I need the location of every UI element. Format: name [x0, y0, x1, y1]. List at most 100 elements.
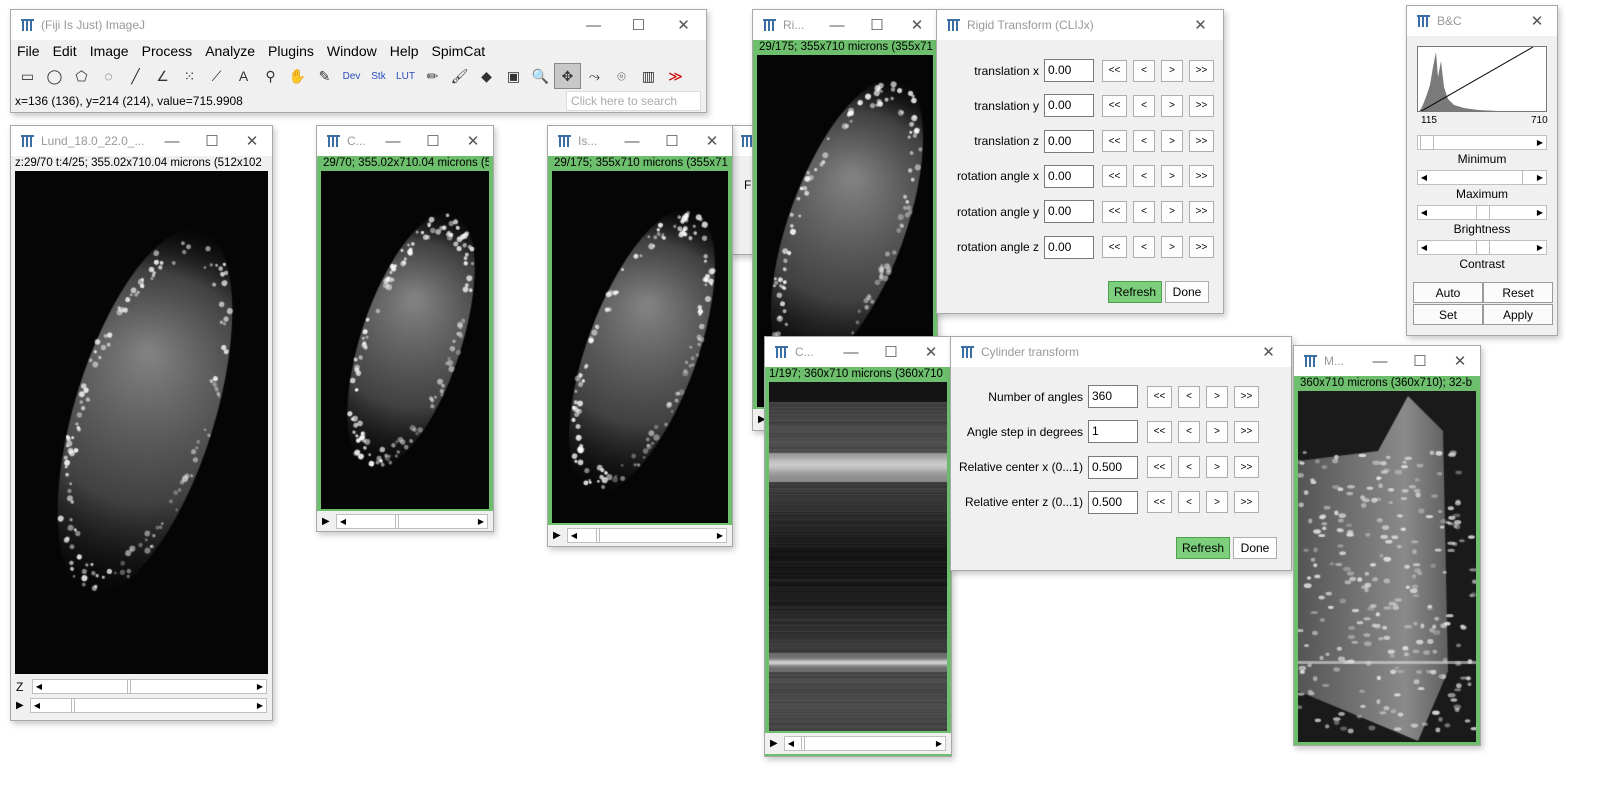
barcode-icon[interactable]: ▥: [635, 63, 662, 89]
cyl-value-field[interactable]: 0.500: [1088, 455, 1138, 479]
decrement-button[interactable]: <: [1178, 491, 1200, 514]
fast-increment-button[interactable]: >>: [1189, 236, 1214, 258]
angle-icon[interactable]: ∠: [149, 63, 176, 89]
decrement-button[interactable]: <: [1133, 165, 1155, 188]
fill-icon[interactable]: ◆: [473, 63, 500, 89]
increment-button[interactable]: >: [1161, 200, 1183, 223]
left-arrow-icon[interactable]: ◀: [568, 529, 580, 542]
rigid-value-field[interactable]: 0.00: [1044, 94, 1094, 118]
close-icon[interactable]: ✕: [1246, 337, 1291, 367]
right-arrow-icon[interactable]: ▶: [933, 737, 945, 750]
slider-thumb[interactable]: [801, 736, 805, 751]
multipoint-icon[interactable]: ⁙: [176, 63, 203, 89]
rectangle-icon[interactable]: ▭: [14, 63, 41, 89]
image-canvas[interactable]: [1298, 391, 1476, 742]
m-titlebar[interactable]: M... — ☐ ✕: [1294, 346, 1480, 376]
menu-file[interactable]: File: [17, 43, 40, 59]
close-icon[interactable]: ✕: [897, 10, 937, 40]
stack-slider[interactable]: ◀ ▶: [784, 736, 946, 751]
fast-increment-button[interactable]: >>: [1234, 491, 1259, 514]
more-tools-icon[interactable]: ≫: [662, 63, 689, 89]
menu-help[interactable]: Help: [390, 43, 419, 59]
search-input[interactable]: Click here to search: [566, 91, 701, 111]
z-slider[interactable]: ◀ ▶: [32, 679, 267, 694]
close-icon[interactable]: ✕: [453, 126, 493, 156]
right-arrow-icon[interactable]: ▶: [1534, 136, 1546, 149]
rigid-titlebar[interactable]: Rigid Transform (CLIJx) ✕: [937, 10, 1223, 40]
slider-thumb[interactable]: [1420, 135, 1434, 150]
menu-window[interactable]: Window: [327, 43, 377, 59]
rigid-value-field[interactable]: 0.00: [1044, 164, 1094, 188]
right-arrow-icon[interactable]: ▶: [1534, 171, 1546, 184]
fast-increment-button[interactable]: >>: [1189, 165, 1214, 188]
close-icon[interactable]: ✕: [1517, 6, 1557, 36]
right-arrow-icon[interactable]: ▶: [254, 699, 266, 712]
hand-icon[interactable]: ✋: [284, 63, 311, 89]
image-canvas[interactable]: [552, 171, 728, 523]
minimize-icon[interactable]: —: [373, 126, 413, 156]
left-arrow-icon[interactable]: ◀: [1418, 206, 1430, 219]
close-icon[interactable]: ✕: [692, 126, 732, 156]
fast-increment-button[interactable]: >>: [1234, 420, 1259, 443]
slider-thumb[interactable]: [127, 679, 131, 694]
close-icon[interactable]: ✕: [911, 337, 951, 367]
right-arrow-icon[interactable]: ▶: [1534, 241, 1546, 254]
stack-slider[interactable]: ◀ ▶: [567, 528, 727, 543]
fast-decrement-button[interactable]: <<: [1147, 420, 1172, 443]
stack-slider[interactable]: ◀ ▶: [336, 514, 488, 529]
increment-button[interactable]: >: [1206, 385, 1228, 408]
increment-button[interactable]: >: [1161, 165, 1183, 188]
brightness-slider[interactable]: ◀ ▶: [1417, 205, 1547, 220]
brush-icon[interactable]: 🖌: [446, 63, 473, 89]
right-arrow-icon[interactable]: ▶: [714, 529, 726, 542]
play-icon[interactable]: ▶: [322, 516, 336, 527]
maximize-icon[interactable]: ☐: [857, 10, 897, 40]
fast-decrement-button[interactable]: <<: [1102, 59, 1127, 82]
zoom-icon[interactable]: 🔍: [527, 63, 554, 89]
fast-increment-button[interactable]: >>: [1189, 94, 1214, 117]
decrement-button[interactable]: <: [1133, 130, 1155, 153]
decrement-button[interactable]: <: [1133, 59, 1155, 82]
text-icon[interactable]: A: [230, 63, 257, 89]
maximize-icon[interactable]: ☐: [192, 126, 232, 156]
rigid-value-field[interactable]: 0.00: [1044, 129, 1094, 153]
reset-button[interactable]: Reset: [1483, 282, 1553, 303]
minimize-icon[interactable]: —: [817, 10, 857, 40]
set-button[interactable]: Set: [1413, 304, 1483, 325]
freehand-icon[interactable]: ◌: [95, 63, 122, 89]
maximize-icon[interactable]: ☐: [652, 126, 692, 156]
rigid-value-field[interactable]: 0.00: [1044, 59, 1094, 82]
left-arrow-icon[interactable]: ◀: [785, 737, 797, 750]
fast-increment-button[interactable]: >>: [1189, 130, 1214, 153]
stk-menu-icon[interactable]: Stk: [365, 63, 392, 89]
increment-button[interactable]: >: [1161, 59, 1183, 82]
increment-button[interactable]: >: [1161, 130, 1183, 153]
menu-edit[interactable]: Edit: [53, 43, 77, 59]
cyl-value-field[interactable]: 1: [1088, 420, 1138, 444]
increment-button[interactable]: >: [1206, 420, 1228, 443]
maximize-icon[interactable]: ☐: [1400, 346, 1440, 376]
ri-titlebar[interactable]: Ri... — ☐ ✕: [753, 10, 937, 40]
slider-thumb[interactable]: [1476, 205, 1490, 220]
image-canvas[interactable]: [15, 171, 268, 674]
refresh-button[interactable]: Refresh: [1108, 281, 1162, 303]
left-arrow-icon[interactable]: ◀: [1418, 241, 1430, 254]
decrement-button[interactable]: <: [1178, 420, 1200, 443]
imagej-titlebar[interactable]: (Fiji Is Just) ImageJ — ☐ ✕: [11, 10, 706, 40]
increment-button[interactable]: >: [1206, 456, 1228, 479]
minimize-icon[interactable]: —: [831, 337, 871, 367]
slider-thumb[interactable]: [596, 528, 600, 543]
right-arrow-icon[interactable]: ▶: [1534, 206, 1546, 219]
slider-thumb[interactable]: [71, 698, 75, 713]
fast-decrement-button[interactable]: <<: [1147, 385, 1172, 408]
menu-process[interactable]: Process: [142, 43, 193, 59]
maximum-slider[interactable]: ◀ ▶: [1417, 170, 1547, 185]
overlay-icon[interactable]: ▣: [500, 63, 527, 89]
image-canvas[interactable]: [321, 171, 489, 509]
left-arrow-icon[interactable]: ◀: [31, 699, 43, 712]
right-arrow-icon[interactable]: ▶: [475, 515, 487, 528]
minimize-icon[interactable]: —: [152, 126, 192, 156]
left-arrow-icon[interactable]: ◀: [1418, 171, 1430, 184]
fast-decrement-button[interactable]: <<: [1147, 491, 1172, 514]
move-icon[interactable]: ✥: [554, 63, 581, 89]
